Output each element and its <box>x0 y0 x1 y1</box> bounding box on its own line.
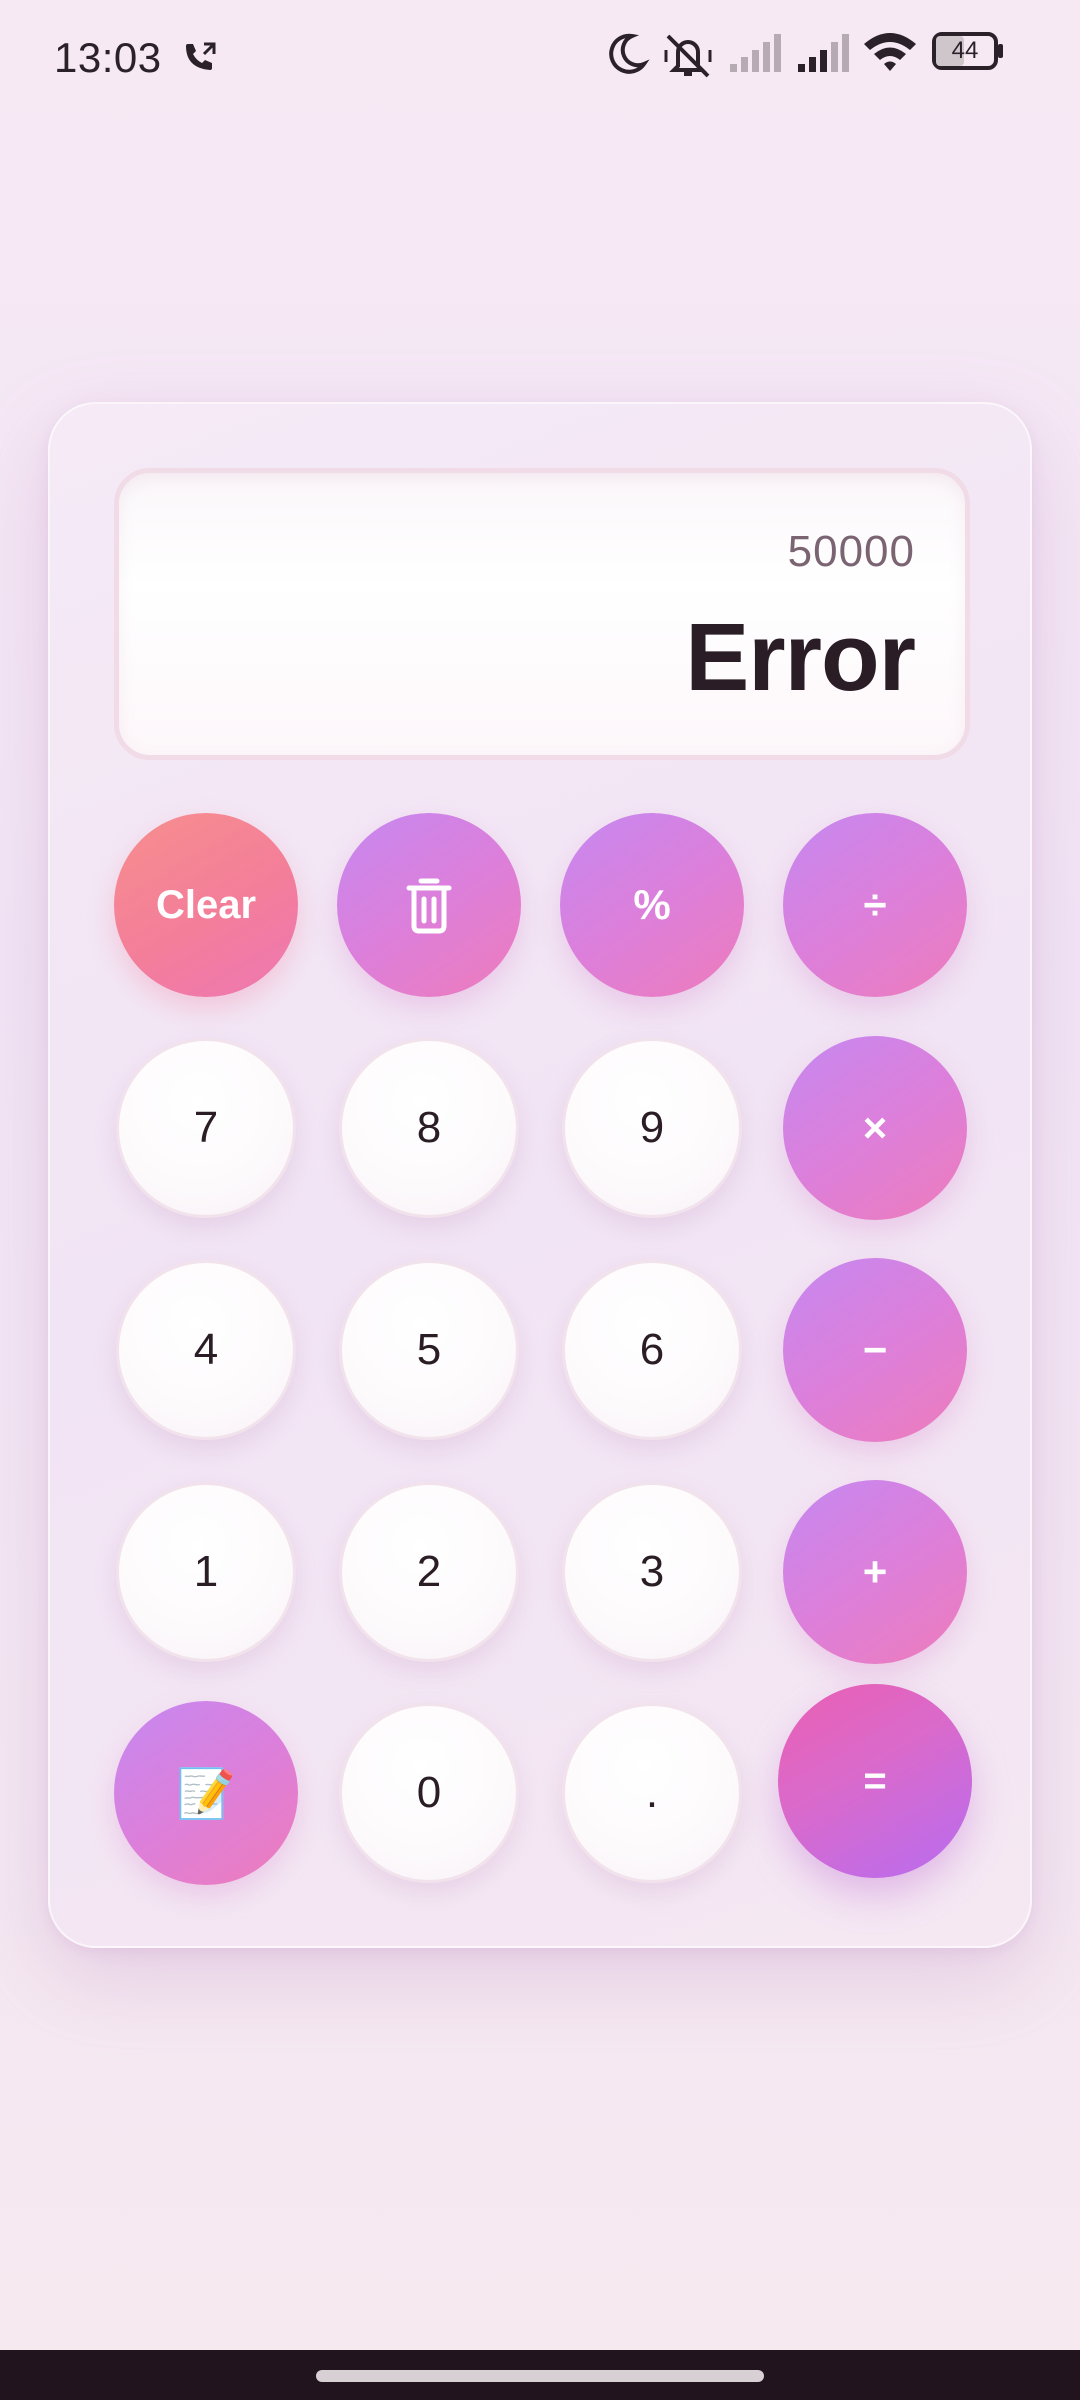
digit-label: 5 <box>416 1325 442 1374</box>
digit-9-button[interactable]: 9 <box>562 1038 742 1218</box>
digit-label: 0 <box>416 1768 442 1817</box>
digit-label: 1 <box>193 1547 219 1596</box>
subtract-button[interactable]: − <box>783 1258 967 1442</box>
digit-2-button[interactable]: 2 <box>339 1482 519 1662</box>
moon-icon <box>609 33 650 74</box>
digit-label: 3 <box>639 1547 665 1596</box>
clear-label: Clear <box>155 882 257 927</box>
decimal-label: . <box>645 1768 659 1817</box>
trash-icon <box>406 878 452 934</box>
digit-label: 4 <box>193 1325 219 1374</box>
digit-5-button[interactable]: 5 <box>339 1260 519 1440</box>
call-forward-icon <box>186 42 216 70</box>
battery-level: 44 <box>951 37 979 64</box>
status-time: 13:03 <box>54 34 162 81</box>
digit-1-button[interactable]: 1 <box>116 1482 296 1662</box>
display-expression: 50000 <box>787 527 915 576</box>
digit-label: 2 <box>416 1547 442 1596</box>
divide-button[interactable]: ÷ <box>783 813 967 997</box>
digit-label: 8 <box>416 1103 442 1152</box>
signal-weak-icon <box>730 34 781 72</box>
clear-button[interactable]: Clear <box>114 813 298 997</box>
percent-label: % <box>633 881 671 928</box>
decimal-button[interactable]: . <box>562 1703 742 1883</box>
status-bar: 13:03 44 <box>0 0 1080 120</box>
digit-3-button[interactable]: 3 <box>562 1482 742 1662</box>
digit-0-button[interactable]: 0 <box>339 1703 519 1883</box>
signal-icon <box>798 34 849 72</box>
vibrate-off-icon <box>664 34 712 78</box>
digit-label: 6 <box>639 1325 665 1374</box>
digit-8-button[interactable]: 8 <box>339 1038 519 1218</box>
battery-icon: 44 <box>932 32 1004 70</box>
divide-label: ÷ <box>863 881 887 928</box>
digit-6-button[interactable]: 6 <box>562 1260 742 1440</box>
digit-7-button[interactable]: 7 <box>116 1038 296 1218</box>
digit-4-button[interactable]: 4 <box>116 1260 296 1440</box>
digit-label: 7 <box>193 1103 219 1152</box>
multiply-button[interactable]: × <box>783 1036 967 1220</box>
history-notes-button[interactable]: 📝 <box>114 1701 298 1885</box>
memo-icon: 📝 <box>176 1767 236 1821</box>
multiply-label: × <box>862 1104 888 1151</box>
equals-button[interactable]: = <box>778 1684 972 1878</box>
calculator-card: 50000 Error Clear % ÷ 7 8 9 × 4 5 6 − 1 … <box>48 402 1032 1948</box>
display-result: Error <box>685 604 916 711</box>
add-button[interactable]: + <box>783 1480 967 1664</box>
calculator-display: 50000 Error <box>114 468 970 760</box>
delete-button[interactable] <box>337 813 521 997</box>
percent-button[interactable]: % <box>560 813 744 997</box>
add-label: + <box>862 1548 888 1595</box>
digit-label: 9 <box>639 1103 665 1152</box>
equals-label: = <box>863 1758 887 1803</box>
home-gesture-handle[interactable] <box>316 2370 764 2382</box>
wifi-icon <box>864 33 916 71</box>
subtract-label: − <box>862 1326 888 1373</box>
